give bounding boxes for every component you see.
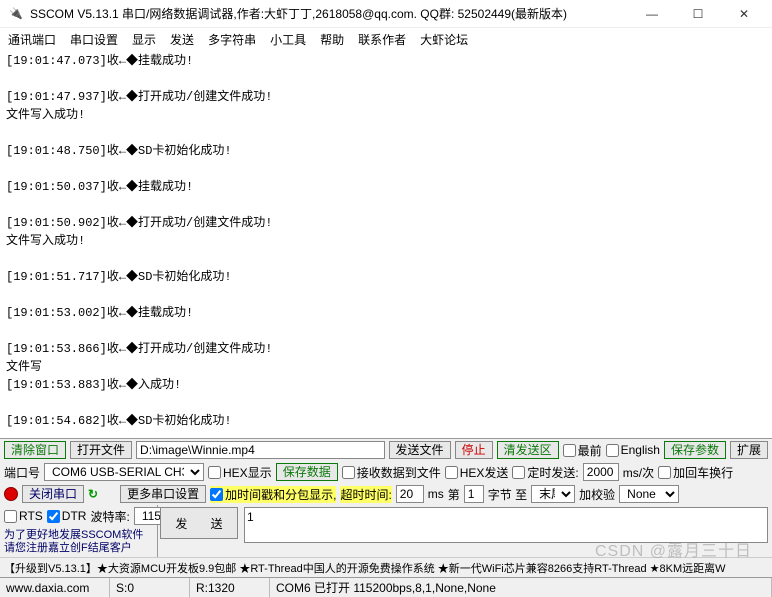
- window-controls: — ☐ ✕: [638, 7, 764, 21]
- send-textarea[interactable]: 1: [244, 507, 768, 543]
- minimize-button[interactable]: —: [638, 7, 666, 21]
- menu-send[interactable]: 发送: [170, 31, 194, 48]
- titlebar: 🔌 SSCOM V5.13.1 串口/网络数据调试器,作者:大虾丁丁,26180…: [0, 0, 772, 28]
- maximize-button[interactable]: ☐: [684, 7, 712, 21]
- status-sent: S:0: [110, 578, 190, 597]
- status-url[interactable]: www.daxia.com: [0, 578, 110, 597]
- rts-checkbox[interactable]: RTS: [4, 509, 43, 523]
- interval-input[interactable]: [583, 463, 619, 481]
- no-label: 第: [448, 486, 460, 503]
- save-params-button[interactable]: 保存参数: [664, 441, 726, 459]
- menubar: 通讯端口 串口设置 显示 发送 多字符串 小工具 帮助 联系作者 大虾论坛: [0, 28, 772, 50]
- dtr-checkbox[interactable]: DTR: [47, 509, 87, 523]
- hex-display-checkbox[interactable]: HEX显示: [208, 464, 272, 481]
- timestamp-checkbox[interactable]: 加时间戳和分包显示,: [210, 486, 336, 503]
- checksum-label: 加校验: [579, 486, 615, 503]
- menu-display[interactable]: 显示: [132, 31, 156, 48]
- byte-label: 字节 至: [488, 486, 527, 503]
- promo-text: 为了更好地发展SSCOM软件 请您注册嘉立创F结尾客户: [0, 527, 157, 557]
- save-data-button[interactable]: 保存数据: [276, 463, 338, 481]
- byte-from-input[interactable]: [464, 485, 484, 503]
- menu-multistring[interactable]: 多字符串: [208, 31, 256, 48]
- baud-label: 波特率:: [90, 508, 129, 525]
- extend-button[interactable]: 扩展: [730, 441, 768, 459]
- send-button[interactable]: 发 送: [160, 507, 238, 539]
- status-bar: www.daxia.com S:0 R:1320 COM6 已打开 115200…: [0, 577, 772, 597]
- checksum-select[interactable]: None: [619, 485, 679, 503]
- open-file-button[interactable]: 打开文件: [70, 441, 132, 459]
- topmost-checkbox[interactable]: 最前: [563, 442, 602, 459]
- send-file-button[interactable]: 发送文件: [389, 441, 451, 459]
- window-title: SSCOM V5.13.1 串口/网络数据调试器,作者:大虾丁丁,2618058…: [30, 5, 638, 22]
- menu-port[interactable]: 通讯端口: [8, 31, 56, 48]
- byte-to-select[interactable]: 末尾: [531, 485, 575, 503]
- record-icon[interactable]: [4, 487, 18, 501]
- hex-send-checkbox[interactable]: HEX发送: [445, 464, 509, 481]
- clear-window-button[interactable]: 清除窗口: [4, 441, 66, 459]
- recv-to-file-checkbox[interactable]: 接收数据到文件: [342, 464, 441, 481]
- timeout-label: 超时时间:: [340, 486, 391, 503]
- port-select[interactable]: COM6 USB-SERIAL CH340: [44, 463, 204, 481]
- status-com: COM6 已打开 115200bps,8,1,None,None: [270, 578, 772, 597]
- timed-send-checkbox[interactable]: 定时发送:: [512, 464, 578, 481]
- close-button[interactable]: ✕: [730, 7, 758, 21]
- refresh-icon[interactable]: ↻: [88, 487, 98, 501]
- promo-bar: 【升级到V5.13.1】★大资源MCU开发板9.9包邮 ★RT-Thread中国…: [0, 557, 772, 577]
- close-port-button[interactable]: 关闭串口: [22, 485, 84, 503]
- stop-button[interactable]: 停止: [455, 441, 493, 459]
- status-recv: R:1320: [190, 578, 270, 597]
- english-checkbox[interactable]: English: [606, 443, 660, 457]
- more-settings-button[interactable]: 更多串口设置: [120, 485, 206, 503]
- menu-tools[interactable]: 小工具: [270, 31, 306, 48]
- menu-contact[interactable]: 联系作者: [358, 31, 406, 48]
- port-label: 端口号: [4, 464, 40, 481]
- app-icon: 🔌: [8, 6, 24, 22]
- control-panel: 清除窗口 打开文件 发送文件 停止 清发送区 最前 English 保存参数 扩…: [0, 438, 772, 557]
- log-output[interactable]: [19:01:47.073]收←◆挂载成功! [19:01:47.937]收←◆…: [0, 50, 772, 438]
- file-path-input[interactable]: [136, 441, 385, 459]
- ms-label2: ms: [428, 487, 444, 501]
- timeout-input[interactable]: [396, 485, 424, 503]
- ms-label: ms/次: [623, 464, 654, 481]
- menu-serial-settings[interactable]: 串口设置: [70, 31, 118, 48]
- menu-help[interactable]: 帮助: [320, 31, 344, 48]
- menu-forum[interactable]: 大虾论坛: [420, 31, 468, 48]
- crlf-checkbox[interactable]: 加回车换行: [658, 464, 733, 481]
- clear-send-button[interactable]: 清发送区: [497, 441, 559, 459]
